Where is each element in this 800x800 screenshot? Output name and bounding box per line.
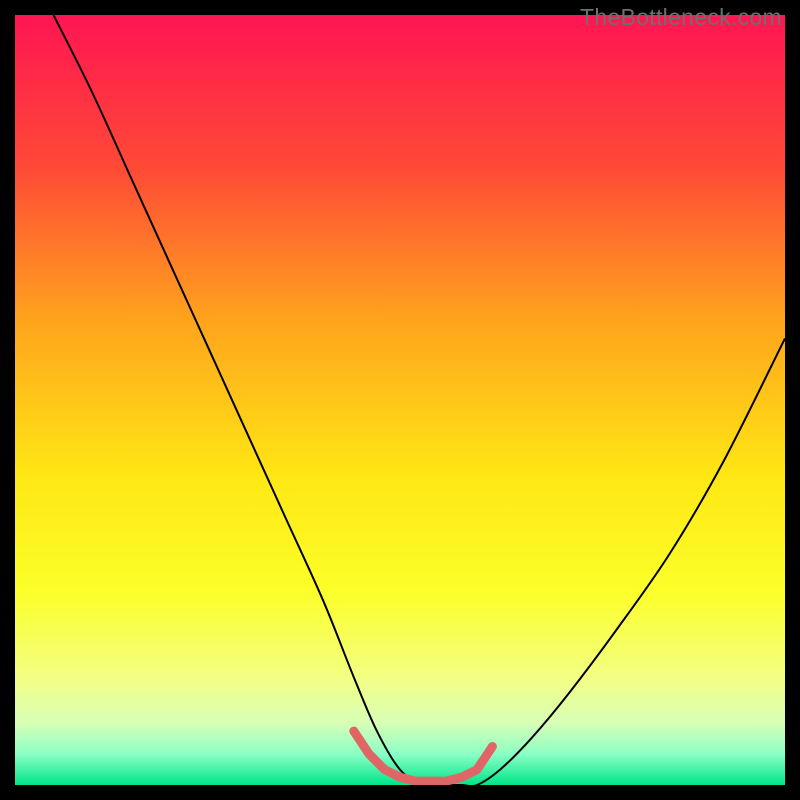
watermark-text: TheBottleneck.com xyxy=(580,4,782,31)
chart-frame: TheBottleneck.com xyxy=(0,0,800,800)
bottleneck-chart xyxy=(15,15,785,785)
gradient-background xyxy=(15,15,785,785)
plot-area xyxy=(15,15,785,785)
